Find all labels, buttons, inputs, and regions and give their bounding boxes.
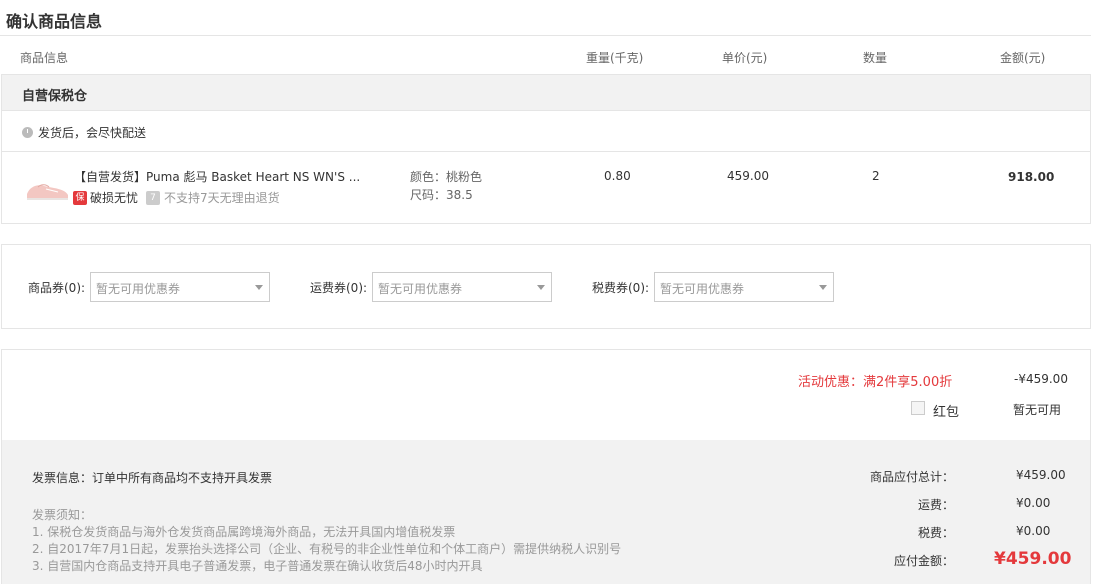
item-weight: 0.80 [604, 169, 631, 183]
chevron-down-icon [537, 285, 545, 290]
invoice-note: 2. 自2017年7月1日起，发票抬头选择公司（企业、有税号的非企业性单位和个体… [32, 542, 622, 556]
insurance-tag-text: 破损无忧 [90, 191, 139, 205]
product-name[interactable]: 【自营发货】Puma 彪马 Basket Heart NS WN'S ... [74, 168, 374, 185]
invoice-info: 发票信息：订单中所有商品均不支持开具发票 [32, 471, 273, 485]
goods-coupon-value: 暂无可用优惠券 [96, 282, 181, 296]
product-tags: 保 破损无忧 7 不支持7天无理由退货 [73, 189, 280, 206]
hongbao-value: 暂无可用 [1013, 403, 1062, 417]
goods-total-label: 商品应付总计： [869, 470, 954, 484]
col-head-unit-price: 单价(元) [722, 51, 768, 65]
row-divider [2, 151, 1090, 152]
shoe-thumbnail[interactable] [24, 172, 70, 204]
goods-coupon-select[interactable]: 暂无可用优惠券 [90, 272, 270, 302]
product-color: 颜色：桃粉色 [410, 170, 483, 184]
shipping-label: 运费： [917, 498, 954, 512]
goods-coupon-label: 商品券(0): [28, 281, 86, 295]
shipping-value: ¥0.00 [1016, 496, 1051, 510]
summary-box: 活动优惠：满2件享5.00折 -¥459.00 红包 暂无可用 发票信息：订单中… [1, 349, 1091, 584]
no-return-icon: 7 [146, 190, 161, 205]
ship-coupon-label: 运费券(0): [310, 281, 368, 295]
tax-coupon-label: 税费券(0): [592, 281, 650, 295]
tax-value: ¥0.00 [1016, 524, 1051, 538]
payable-value: ¥459.00 [994, 549, 1072, 569]
item-amount: 918.00 [1008, 170, 1055, 184]
col-head-amount: 金额(元) [1000, 51, 1046, 65]
promo-amount: -¥459.00 [1014, 372, 1068, 386]
ship-note: 发货后，会尽快配送 [22, 124, 146, 141]
coupon-box: 商品券(0): 暂无可用优惠券 运费券(0): 暂无可用优惠券 税费券(0): … [1, 244, 1091, 329]
warehouse-header: 自营保税仓 [2, 75, 1090, 111]
item-qty: 2 [872, 169, 880, 183]
invoice-note: 1. 保税仓发货商品与海外仓发货商品属跨境海外商品，无法开具国内增值税发票 [32, 525, 456, 539]
product-size: 尺码：38.5 [410, 188, 473, 202]
item-unit-price: 459.00 [727, 169, 769, 183]
insurance-icon: 保 [73, 190, 87, 205]
payable-label: 应付金额： [893, 554, 954, 568]
ship-coupon-select[interactable]: 暂无可用优惠券 [372, 272, 552, 302]
clock-icon [22, 127, 33, 138]
title-divider [0, 35, 1091, 36]
tax-coupon-value: 暂无可用优惠券 [660, 282, 745, 296]
col-head-product: 商品信息 [20, 51, 69, 65]
promo-label: 活动优惠：满2件享5.00折 [798, 375, 953, 390]
ship-coupon-value: 暂无可用优惠券 [378, 282, 463, 296]
warehouse-name: 自营保税仓 [22, 89, 88, 104]
col-head-qty: 数量 [863, 51, 888, 65]
chevron-down-icon [819, 285, 827, 290]
chevron-down-icon [255, 285, 263, 290]
ship-note-text: 发货后，会尽快配送 [38, 126, 147, 140]
goods-total-value: ¥459.00 [1016, 468, 1066, 482]
invoice-notes: 发票须知： 1. 保税仓发货商品与海外仓发货商品属跨境海外商品，无法开具国内增值… [32, 507, 732, 575]
hongbao-checkbox[interactable] [911, 401, 925, 415]
page-title: 确认商品信息 [6, 12, 103, 31]
tax-coupon-select[interactable]: 暂无可用优惠券 [654, 272, 834, 302]
col-head-weight: 重量(千克) [586, 51, 644, 65]
invoice-notes-title: 发票须知： [32, 508, 93, 522]
tax-label: 税费： [917, 526, 954, 540]
no-return-tag-text: 不支持7天无理由退货 [164, 191, 280, 205]
order-box: 自营保税仓 发货后，会尽快配送 【自营发货】Puma 彪马 Basket Hea… [1, 74, 1091, 224]
hongbao-label: 红包 [933, 405, 960, 420]
invoice-note: 3. 自营国内仓商品支持开具电子普通发票，电子普通发票在确认收货后48小时内开具 [32, 559, 483, 573]
